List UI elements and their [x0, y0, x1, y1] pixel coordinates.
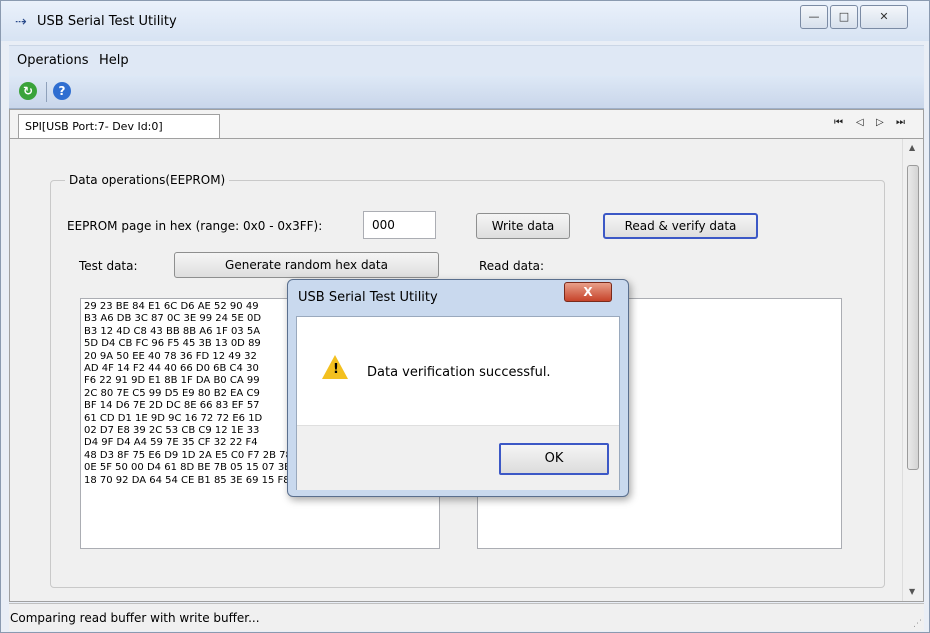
- minimize-button[interactable]: —: [800, 5, 828, 29]
- usb-app-icon: ⇢: [15, 14, 27, 30]
- eeprom-page-label: EEPROM page in hex (range: 0x0 - 0x3FF):: [67, 219, 323, 233]
- dialog-close-button[interactable]: X: [564, 282, 612, 302]
- generate-random-button[interactable]: Generate random hex data: [174, 252, 439, 278]
- maximize-button[interactable]: □: [830, 5, 858, 29]
- read-data-label: Read data:: [479, 259, 545, 273]
- scroll-thumb[interactable]: [907, 165, 919, 470]
- menu-help[interactable]: Help: [99, 53, 129, 68]
- last-tab-icon[interactable]: ⏭: [896, 117, 905, 128]
- toolbar: ↻ ?: [9, 76, 924, 109]
- test-data-label: Test data:: [79, 259, 138, 273]
- dialog-body: ! Data verification successful. OK: [296, 316, 620, 490]
- window-title: USB Serial Test Utility: [37, 14, 177, 29]
- vertical-scrollbar[interactable]: ▲ ▼: [902, 139, 923, 601]
- refresh-icon[interactable]: ↻: [19, 82, 37, 100]
- first-tab-icon[interactable]: ⏮: [834, 117, 843, 128]
- toolbar-separator: [46, 82, 47, 102]
- help-icon[interactable]: ?: [53, 82, 71, 100]
- eeprom-page-input[interactable]: 000: [363, 211, 436, 239]
- scroll-up-icon[interactable]: ▲: [909, 143, 915, 152]
- prev-tab-icon[interactable]: ◁: [856, 117, 864, 128]
- menu-bar: Operations Help: [9, 45, 924, 76]
- status-text: Comparing read buffer with write buffer.…: [10, 611, 260, 625]
- status-bar: Comparing read buffer with write buffer.…: [9, 603, 924, 631]
- resize-grip-icon[interactable]: ⋰: [913, 619, 922, 629]
- tab-spi-device[interactable]: SPI[USB Port:7- Dev Id:0]: [18, 114, 220, 138]
- group-legend: Data operations(EEPROM): [69, 173, 226, 187]
- ok-button[interactable]: OK: [499, 443, 609, 475]
- read-verify-button[interactable]: Read & verify data: [603, 213, 758, 239]
- menu-operations[interactable]: Operations: [17, 53, 88, 68]
- scroll-down-icon[interactable]: ▼: [909, 587, 915, 596]
- next-tab-icon[interactable]: ▷: [876, 117, 884, 128]
- tab-bar: SPI[USB Port:7- Dev Id:0] ⏮ ◁ ▷ ⏭: [10, 110, 923, 139]
- verification-dialog: USB Serial Test Utility X ! Data verific…: [287, 279, 629, 497]
- close-button[interactable]: ✕: [860, 5, 908, 29]
- write-data-button[interactable]: Write data: [476, 213, 570, 239]
- dialog-message: Data verification successful.: [367, 365, 551, 380]
- title-bar[interactable]: ⇢ USB Serial Test Utility — □ ✕: [1, 1, 929, 41]
- dialog-title: USB Serial Test Utility: [298, 290, 438, 305]
- warning-exclamation-icon: !: [333, 362, 339, 377]
